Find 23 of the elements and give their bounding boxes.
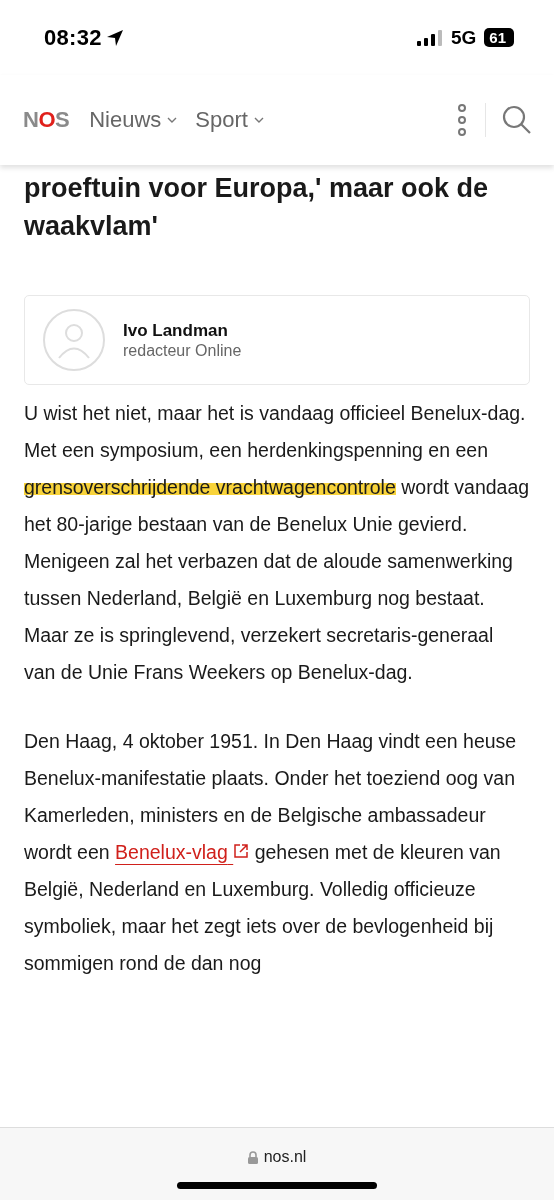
chevron-down-icon [167, 117, 178, 123]
avatar-icon [43, 309, 105, 371]
clock: 08:32 [44, 24, 102, 51]
url-label[interactable]: nos.nl [263, 1148, 307, 1166]
lock-icon [247, 1150, 258, 1164]
nav-menu[interactable]: Nieuws [89, 107, 178, 133]
text-link[interactable]: Benelux-vlag [115, 841, 250, 863]
body-paragraph: Den Haag, 4 oktober 1951. In Den Haag vindt een heuse Benelux-manifestatie plaats. Onder het toeziend oog van Kamerleden, ministers en de Belgische ambassadeur wordt een Benelux-vlag gehesen met de kleuren van België, Nederland en Luxemburg. Volledig officieuze symboliek, maar het zegt iets over de bevlogenheid bij sommigen rond de dan nog [24, 729, 518, 976]
battery-indicator: 61 [484, 28, 514, 47]
chevron-down-icon [253, 117, 264, 123]
nav-menu[interactable]: Sport [195, 107, 264, 133]
author-role: redacteur Online [123, 341, 242, 360]
site-logo[interactable]: NOS [23, 107, 70, 133]
external-link-icon [233, 843, 250, 859]
body-paragraph: U wist het niet, maar het is vandaag officieel Benelux-dag. Met een symposium, een herdenkingspenning en een grensoverschrijdende vrachtwagencontrole wordt vandaag het 80-jarige bestaan van de Benelux Unie gevierd. Menigeen zal het verbazen dat de aloude samenwerking tussen Nederland, België en Luxemburg nog bestaat. Maar ze is springlevend, verzekert secretaris-generaal van de Unie Frans Weekers op Benelux-dag. [24, 401, 530, 685]
network-label: 5G [450, 26, 477, 49]
author-name: Ivo Landman [123, 320, 229, 341]
location-arrow-icon [105, 28, 124, 47]
search-icon[interactable] [502, 105, 532, 135]
more-menu-icon[interactable] [457, 104, 467, 136]
headline-line: proeftuin voor Europa,' maar ook de [24, 172, 489, 205]
signal-icon [416, 29, 443, 46]
headline-line: waakvlam' [24, 210, 159, 243]
